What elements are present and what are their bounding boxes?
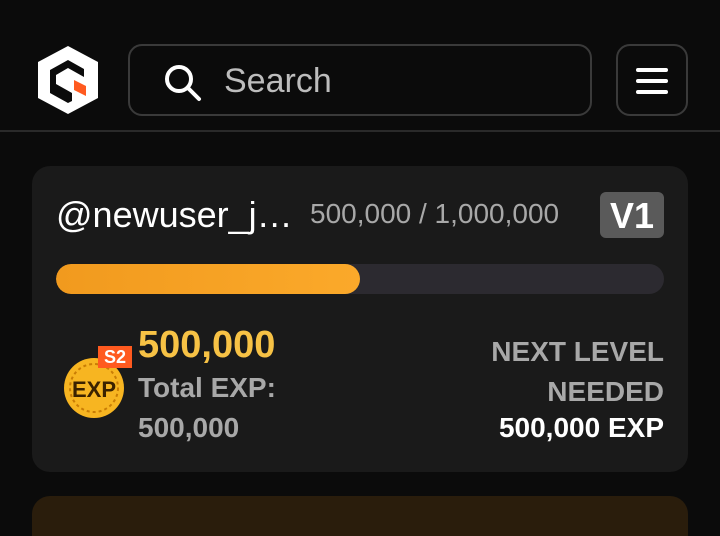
- next-card-partial: [32, 496, 688, 536]
- exp-coin-icon: EXP S2: [64, 346, 132, 418]
- next-level-label-line1: NEXT LEVEL: [491, 336, 664, 367]
- search-input[interactable]: Search: [224, 46, 332, 114]
- exp-coin-label: EXP: [72, 377, 116, 402]
- brand-logo-icon[interactable]: [34, 44, 102, 116]
- hamburger-menu-icon-line: [636, 79, 668, 83]
- profile-level-card: @newuser_j… 500,000 / 1,000,000 V1 EXP S…: [32, 166, 688, 472]
- hamburger-menu-icon-line: [636, 90, 668, 94]
- search-box[interactable]: Search: [128, 44, 592, 116]
- exp-value: 500,000: [138, 324, 276, 366]
- exp-progress-fill: [56, 264, 360, 294]
- next-level-label: NEXT LEVEL NEEDED: [424, 332, 664, 412]
- username[interactable]: @newuser_j…: [56, 194, 304, 236]
- total-exp-value: 500,000: [138, 412, 240, 443]
- exp-progress-text: 500,000 / 1,000,000: [310, 198, 560, 229]
- next-level-needed-value: 500,000 EXP: [498, 412, 664, 443]
- next-level-label-line2: NEEDED: [547, 376, 664, 407]
- search-icon: [165, 65, 201, 101]
- level-badge: V1: [600, 192, 664, 238]
- exp-progress-bar: [56, 264, 664, 294]
- top-header: Search: [0, 0, 720, 132]
- hamburger-menu-icon: [636, 68, 668, 72]
- season-badge: S2: [104, 347, 126, 367]
- menu-button[interactable]: [616, 44, 688, 116]
- total-exp-label: Total EXP:: [138, 372, 276, 403]
